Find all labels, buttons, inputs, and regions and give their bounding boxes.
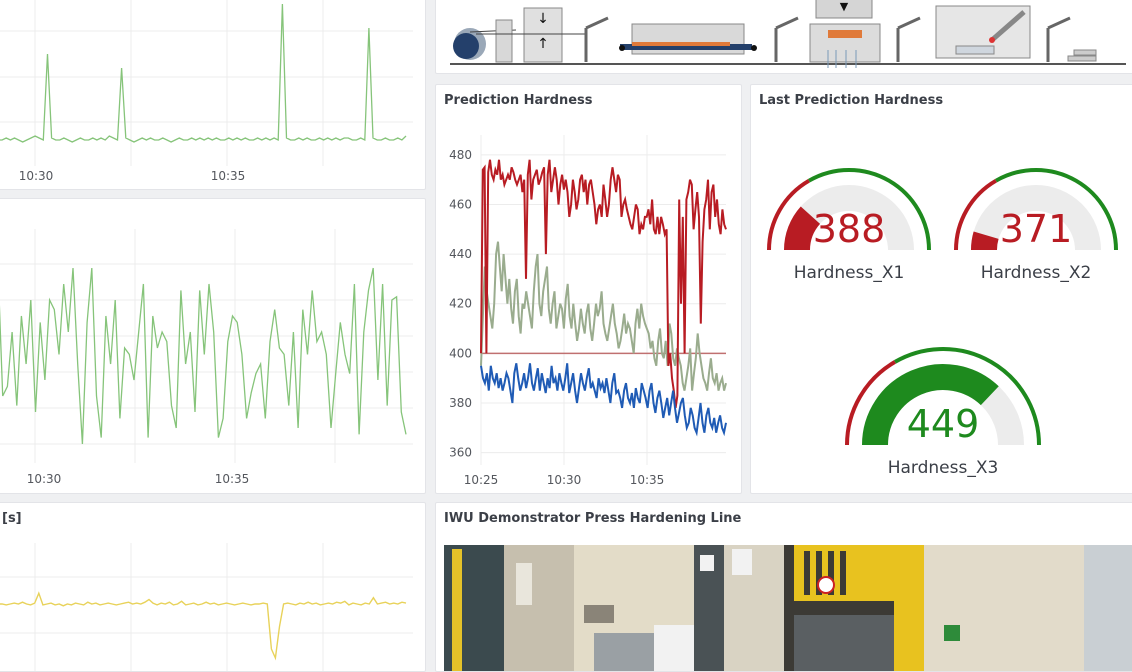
process-diagram: ↓ ↑ ▼ <box>450 0 1126 68</box>
gauge-value-arc <box>784 206 821 251</box>
stack-icon <box>1067 49 1097 62</box>
y-tick-label: 400 <box>449 346 472 360</box>
x-tick-label: 10:35 <box>215 472 250 486</box>
gauge-label: Hardness_X1 <box>794 263 905 283</box>
gauge-label: Hardness_X2 <box>981 263 1092 283</box>
y-tick-label: 440 <box>449 247 472 261</box>
series-line <box>0 3 407 143</box>
robot-arm-icon <box>1046 16 1071 62</box>
x-tick-label: 10:35 <box>211 169 246 183</box>
y-tick-label: 480 <box>449 148 472 162</box>
svg-text:↑: ↑ <box>537 36 549 52</box>
series-group <box>480 159 727 437</box>
robot-arm-icon <box>774 16 799 62</box>
top-left-chart-panel: 10:30 10:35 <box>0 0 426 190</box>
mid-left-chart: 10:30 10:35 <box>0 229 413 486</box>
y-tick-label: 360 <box>449 446 472 460</box>
bottom-left-chart-panel: [s] <box>0 502 426 672</box>
panel-title: IWU Demonstrator Press Hardening Line <box>444 511 742 526</box>
robot-arm-icon <box>896 16 921 62</box>
process-diagram-panel: ↓ ↑ ▼ <box>435 0 1132 74</box>
last-prediction-panel: Last Prediction Hardness 388 Hardness_X1 3… <box>750 84 1132 494</box>
gauge-value: 371 <box>1000 207 1073 251</box>
grid <box>0 543 413 671</box>
x-tick-label: 10:25 <box>464 473 499 487</box>
svg-text:▼: ▼ <box>840 0 849 13</box>
x-axis: 10:25 10:30 10:35 <box>464 473 665 487</box>
press-arrows-icon: ↓ ↑ <box>476 7 586 63</box>
series-line <box>0 267 407 445</box>
gauge-value-arc <box>971 231 999 251</box>
x-tick-label: 10:30 <box>19 169 54 183</box>
factory-photo <box>444 545 1132 671</box>
furnace-icon <box>619 23 757 55</box>
gauge-value: 449 <box>907 402 980 446</box>
x-tick-label: 10:35 <box>630 473 665 487</box>
y-tick-label: 380 <box>449 396 472 410</box>
mid-left-chart-panel: 10:30 10:35 <box>0 198 426 494</box>
gauge-value: 388 <box>813 207 886 251</box>
series-line <box>0 591 407 661</box>
top-left-chart: 10:30 10:35 <box>0 0 413 183</box>
prediction-hardness-panel: Prediction Hardness 360 380 400 420 440 460 48… <box>435 84 742 494</box>
y-tick-label: 460 <box>449 197 472 211</box>
prediction-hardness-chart: 360 380 400 420 440 460 480 10:25 10:30 10:35 <box>449 135 727 487</box>
y-tick-label: 420 <box>449 297 472 311</box>
press-icon: ▼ <box>809 0 881 68</box>
svg-text:↓: ↓ <box>537 11 549 27</box>
gauges: 388 Hardness_X1 371 Hardness_X2 449 Hardness_… <box>767 168 1118 478</box>
robot-arm-icon <box>584 16 609 62</box>
y-axis: 360 380 400 420 440 460 480 <box>449 148 472 460</box>
x-tick-label: 10:30 <box>547 473 582 487</box>
photo-panel: IWU Demonstrator Press Hardening Line <box>435 502 1132 672</box>
series-line <box>480 363 727 437</box>
inspection-icon <box>935 5 1031 59</box>
gauge-label: Hardness_X3 <box>888 458 999 478</box>
x-tick-label: 10:30 <box>27 472 62 486</box>
bottom-left-chart <box>0 543 413 671</box>
grid <box>0 0 413 166</box>
